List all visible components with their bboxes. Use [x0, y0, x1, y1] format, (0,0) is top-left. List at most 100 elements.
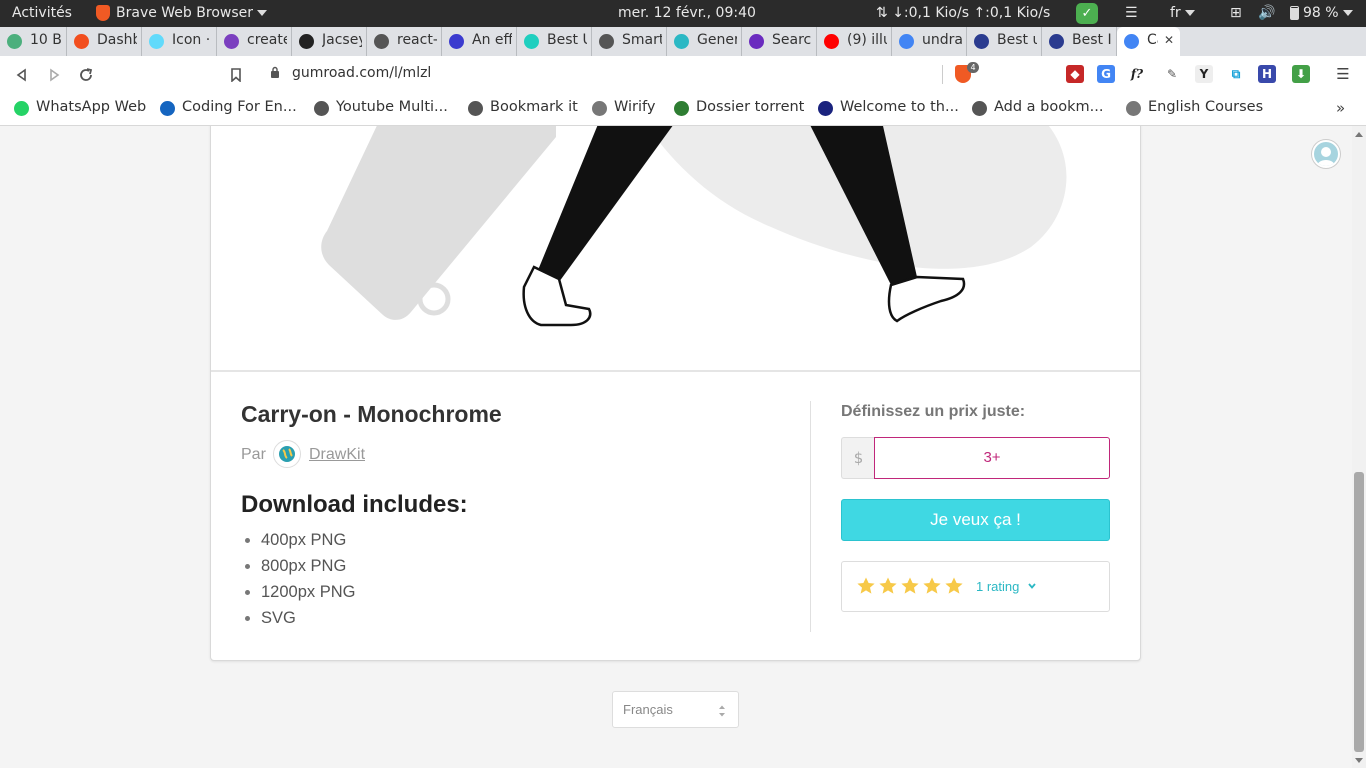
- reload-button[interactable]: [74, 63, 98, 87]
- bookmark-label: Add a bookm...: [994, 99, 1104, 115]
- bookmark-favicon-icon: [674, 101, 689, 116]
- buy-button[interactable]: Je veux ça !: [841, 499, 1110, 541]
- author-link[interactable]: DrawKit: [309, 446, 365, 464]
- function-extension-icon[interactable]: f?: [1128, 65, 1146, 83]
- left-leg: [536, 126, 673, 282]
- battery-indicator[interactable]: 98 %: [1290, 0, 1353, 27]
- network-speed: ↓:0,1 Kio/s ↑:0,1 Kio/s: [892, 5, 1051, 21]
- tab-favicon-icon: [524, 34, 539, 49]
- chevron-down-icon: [257, 10, 267, 16]
- shields-count-badge: 4: [967, 62, 979, 73]
- language-select-value: Français: [623, 702, 673, 717]
- bookmark-label: Dossier torrent: [696, 99, 805, 115]
- network-indicator[interactable]: ⇅ ↓:0,1 Kio/s ↑:0,1 Kio/s: [876, 0, 1050, 27]
- browser-tab[interactable]: 10 Best: [0, 27, 67, 56]
- forward-button[interactable]: [42, 63, 66, 87]
- bookmark-favicon-icon: [972, 101, 987, 116]
- browser-tab[interactable]: Carry-on ✕: [1117, 27, 1180, 56]
- browser-tab[interactable]: undraw: [892, 27, 967, 56]
- tab-label: Generator: [697, 32, 737, 48]
- browser-tab[interactable]: Smart: [592, 27, 667, 56]
- column-divider: [810, 401, 811, 632]
- browser-tab[interactable]: Best Il: [1042, 27, 1117, 56]
- bookmark-label: Coding For En...: [182, 99, 297, 115]
- more-bookmarks-button[interactable]: »: [1336, 99, 1345, 117]
- scroll-up-icon[interactable]: [1355, 132, 1363, 137]
- tab-label: react-: [397, 32, 437, 48]
- bookmarks-bar: WhatsApp Web Coding For En... Youtube Mult…: [0, 93, 1366, 126]
- tab-favicon-icon: [299, 34, 314, 49]
- chevron-down-icon[interactable]: [1027, 581, 1037, 591]
- bookmark-favicon-icon: [160, 101, 175, 116]
- scrollbar-thumb[interactable]: [1354, 472, 1364, 752]
- browser-tab[interactable]: Best U: [517, 27, 592, 56]
- bookmark-page-button[interactable]: [224, 63, 248, 87]
- clock[interactable]: mer. 12 févr., 09:40: [618, 0, 756, 27]
- share-extension-icon[interactable]: ⧉: [1227, 65, 1245, 83]
- h-extension-icon[interactable]: H: [1258, 65, 1276, 83]
- tab-strip: 10 Best Dashboard Icon · React create Jacsey…: [0, 27, 1366, 80]
- os-top-bar: Activités Brave Web Browser mer. 12 févr…: [0, 0, 1366, 27]
- globe-icon: [279, 446, 295, 462]
- right-shoe: [887, 275, 966, 323]
- browser-tab[interactable]: Search: [742, 27, 817, 56]
- browser-tab[interactable]: react-: [367, 27, 442, 56]
- menu-lines-icon[interactable]: ☰: [1125, 0, 1138, 27]
- address-bar[interactable]: gumroad.com/l/mlzl: [258, 60, 988, 89]
- bookmark-icon: [231, 68, 241, 83]
- lastpass-extension-icon[interactable]: ◆: [1066, 65, 1084, 83]
- download-extension-icon[interactable]: ⬇: [1292, 65, 1310, 83]
- check-icon[interactable]: ✓: [1076, 3, 1098, 24]
- tab-label: Icon · React: [172, 32, 212, 48]
- page-viewport: Carry-on - Monochrome Par DrawKit Downlo…: [0, 126, 1352, 768]
- tab-favicon-icon: [599, 34, 614, 49]
- browser-tab[interactable]: Dashboard: [67, 27, 142, 56]
- tab-favicon-icon: [899, 34, 914, 49]
- browser-tab[interactable]: (9) illu: [817, 27, 892, 56]
- tab-label: Best u: [997, 32, 1037, 48]
- color-picker-extension-icon[interactable]: ✎: [1163, 65, 1181, 83]
- activities-button[interactable]: Activités: [12, 0, 72, 27]
- tab-label: create: [247, 32, 287, 48]
- language-select[interactable]: Français: [612, 691, 739, 728]
- tab-label: Dashboard: [97, 32, 137, 48]
- translate-extension-icon[interactable]: G: [1097, 65, 1115, 83]
- browser-tab[interactable]: Icon · React: [142, 27, 217, 56]
- network-tree-icon[interactable]: ⊞: [1230, 0, 1242, 27]
- star-icon: [901, 577, 919, 594]
- network-arrows-icon: ⇅: [876, 5, 888, 21]
- brave-lion-icon: [96, 5, 110, 21]
- price-input[interactable]: 3+: [874, 437, 1110, 479]
- close-tab-icon[interactable]: ✕: [1164, 33, 1174, 47]
- rating-box[interactable]: 1 rating: [841, 561, 1110, 612]
- author-avatar[interactable]: [273, 440, 301, 468]
- browser-tab[interactable]: create: [217, 27, 292, 56]
- rating-count[interactable]: 1 rating: [976, 579, 1019, 594]
- forward-arrow-icon: [50, 68, 60, 82]
- browser-tab[interactable]: Generator: [667, 27, 742, 56]
- browser-tab[interactable]: Best u: [967, 27, 1042, 56]
- browser-tab[interactable]: An effective: [442, 27, 517, 56]
- list-item: 800px PNG: [241, 553, 355, 579]
- tab-favicon-icon: [224, 34, 239, 49]
- app-menu[interactable]: Brave Web Browser: [96, 0, 267, 27]
- bookmark-label: Wirify: [614, 99, 656, 115]
- star-icon: [879, 577, 897, 594]
- page-scrollbar[interactable]: [1352, 126, 1366, 768]
- y-extension-icon[interactable]: Y: [1195, 65, 1213, 83]
- star-icon: [923, 577, 941, 594]
- profile-avatar[interactable]: [1312, 140, 1340, 168]
- tab-favicon-icon: [824, 34, 839, 49]
- carry-on-illustration: [321, 126, 1067, 327]
- bookmark-label: Welcome to th...: [840, 99, 959, 115]
- browser-menu-button[interactable]: ☰: [1334, 65, 1352, 83]
- volume-icon[interactable]: 🔊: [1258, 0, 1275, 27]
- bookmark-favicon-icon: [1126, 101, 1141, 116]
- back-button[interactable]: [10, 63, 34, 87]
- battery-icon: [1290, 6, 1299, 20]
- language-indicator[interactable]: fr: [1170, 0, 1195, 27]
- star-icon: [945, 577, 963, 594]
- back-arrow-icon: [16, 68, 26, 82]
- scroll-down-icon[interactable]: [1355, 758, 1363, 763]
- browser-tab[interactable]: Jacsey: [292, 27, 367, 56]
